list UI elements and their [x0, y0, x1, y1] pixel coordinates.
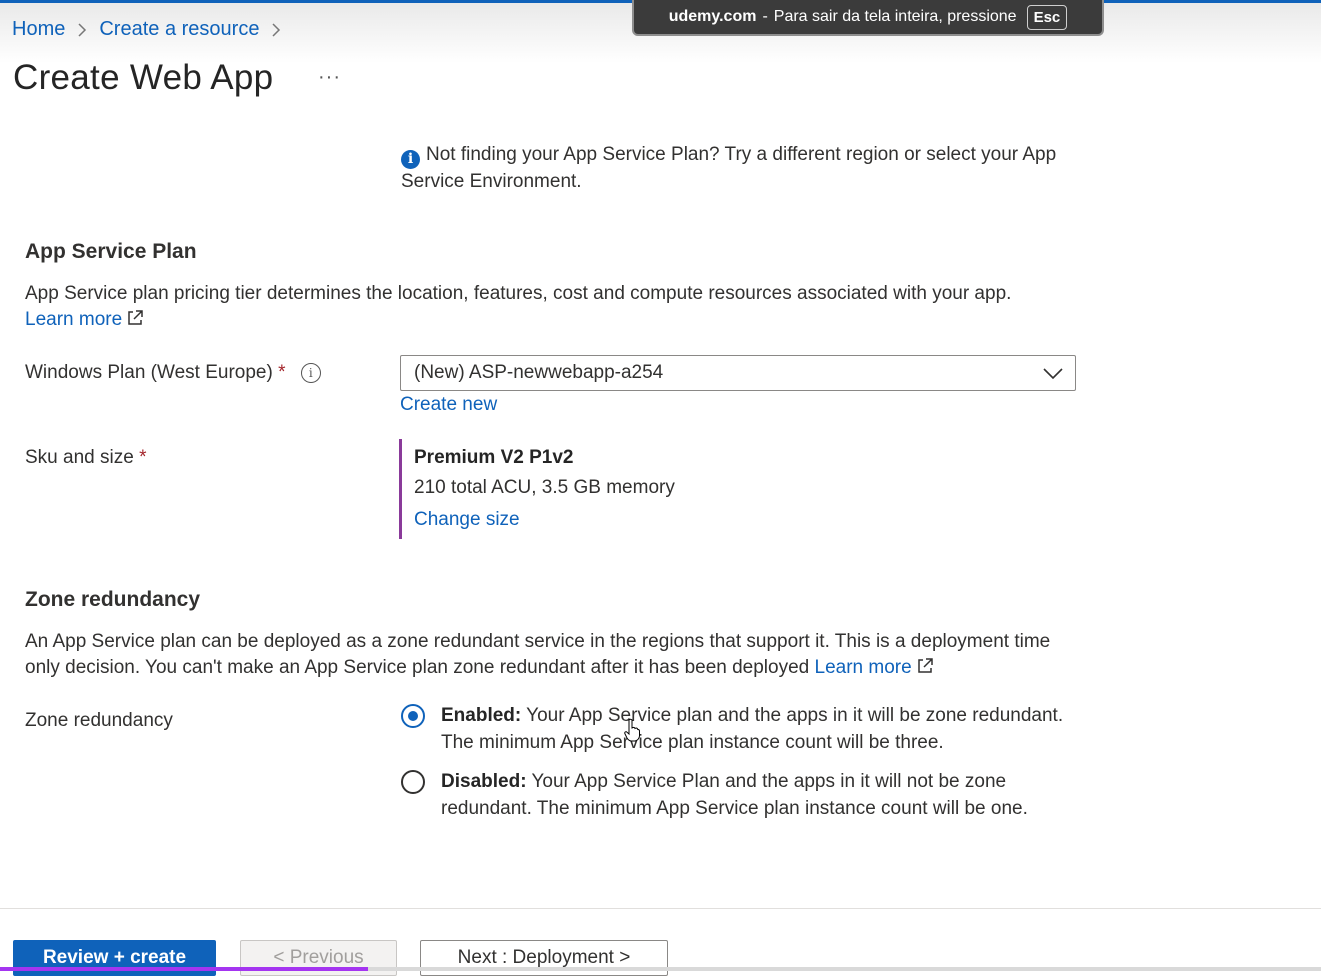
zone-option-enabled-text: Enabled: Your App Service plan and the a… [441, 702, 1071, 756]
zone-redundancy-learn-more-link[interactable]: Learn more [815, 657, 934, 678]
chevron-down-icon [1043, 368, 1063, 380]
app-service-plan-description-text: App Service plan pricing tier determines… [25, 283, 1012, 304]
sku-summary: Premium V2 P1v2 210 total ACU, 3.5 GB me… [399, 439, 802, 539]
windows-plan-label: Windows Plan (West Europe) * i [25, 362, 321, 384]
zone-option-disabled[interactable]: Disabled: Your App Service Plan and the … [401, 768, 1081, 822]
page-title: Create Web App [13, 58, 274, 97]
zone-option-enabled-description: Your App Service plan and the apps in it… [441, 705, 1064, 753]
breadcrumb: Home Create a resource [12, 18, 293, 41]
chevron-right-icon [271, 21, 281, 39]
windows-plan-selected-value: (New) ASP-newwebapp-a254 [414, 362, 664, 383]
more-options-button[interactable]: ··· [318, 66, 341, 89]
external-link-icon [128, 310, 143, 325]
zone-option-disabled-title: Disabled: [441, 771, 527, 792]
breadcrumb-create-resource[interactable]: Create a resource [99, 18, 259, 41]
required-mark: * [139, 447, 147, 468]
info-icon: i [401, 150, 420, 169]
chevron-right-icon [77, 21, 87, 39]
zone-option-disabled-description: Your App Service Plan and the apps in it… [441, 771, 1028, 819]
toast-message: Para sair da tela inteira, pressione [773, 8, 1017, 25]
zone-option-enabled[interactable]: Enabled: Your App Service plan and the a… [401, 702, 1081, 756]
fullscreen-toast: udemy.com - Para sair da tela inteira, p… [632, 0, 1104, 36]
toast-separator: - [762, 8, 768, 25]
footer-divider [0, 908, 1321, 909]
sku-size-label: Sku and size * [25, 447, 146, 469]
windows-plan-dropdown[interactable]: (New) ASP-newwebapp-a254 [400, 355, 1076, 391]
sku-size-label-text: Sku and size [25, 447, 134, 468]
windows-plan-label-text: Windows Plan (West Europe) [25, 362, 273, 383]
zone-option-enabled-title: Enabled: [441, 705, 522, 726]
esc-key-badge: Esc [1026, 4, 1068, 30]
learn-more-label: Learn more [25, 309, 123, 330]
app-service-plan-description: App Service plan pricing tier determines… [25, 281, 1045, 333]
required-mark: * [278, 362, 286, 383]
external-link-icon [917, 658, 933, 673]
create-new-plan-link[interactable]: Create new [400, 394, 497, 416]
radio-disabled[interactable] [401, 770, 425, 794]
info-tooltip-icon[interactable]: i [300, 363, 321, 383]
learn-more-label: Learn more [814, 657, 912, 678]
app-service-plan-learn-more-link[interactable]: Learn more [25, 309, 144, 330]
sku-name: Premium V2 P1v2 [414, 447, 574, 468]
sku-detail: 210 total ACU, 3.5 GB memory [414, 477, 675, 498]
hand-cursor-icon [624, 718, 640, 742]
info-note: i Not finding your App Service Plan? Try … [401, 142, 1061, 195]
info-note-text: Not finding your App Service Plan? Try a… [401, 144, 1057, 192]
toast-host: udemy.com [668, 8, 757, 25]
change-size-link[interactable]: Change size [414, 509, 520, 531]
app-service-plan-title: App Service Plan [25, 240, 197, 263]
video-progress-fill [0, 967, 368, 971]
breadcrumb-home[interactable]: Home [12, 18, 65, 41]
zone-redundancy-title: Zone redundancy [25, 588, 201, 611]
radio-enabled[interactable] [401, 704, 425, 728]
zone-option-disabled-text: Disabled: Your App Service Plan and the … [441, 768, 1071, 822]
zone-redundancy-label: Zone redundancy [25, 710, 173, 731]
zone-redundancy-description: An App Service plan can be deployed as a… [25, 629, 1065, 681]
